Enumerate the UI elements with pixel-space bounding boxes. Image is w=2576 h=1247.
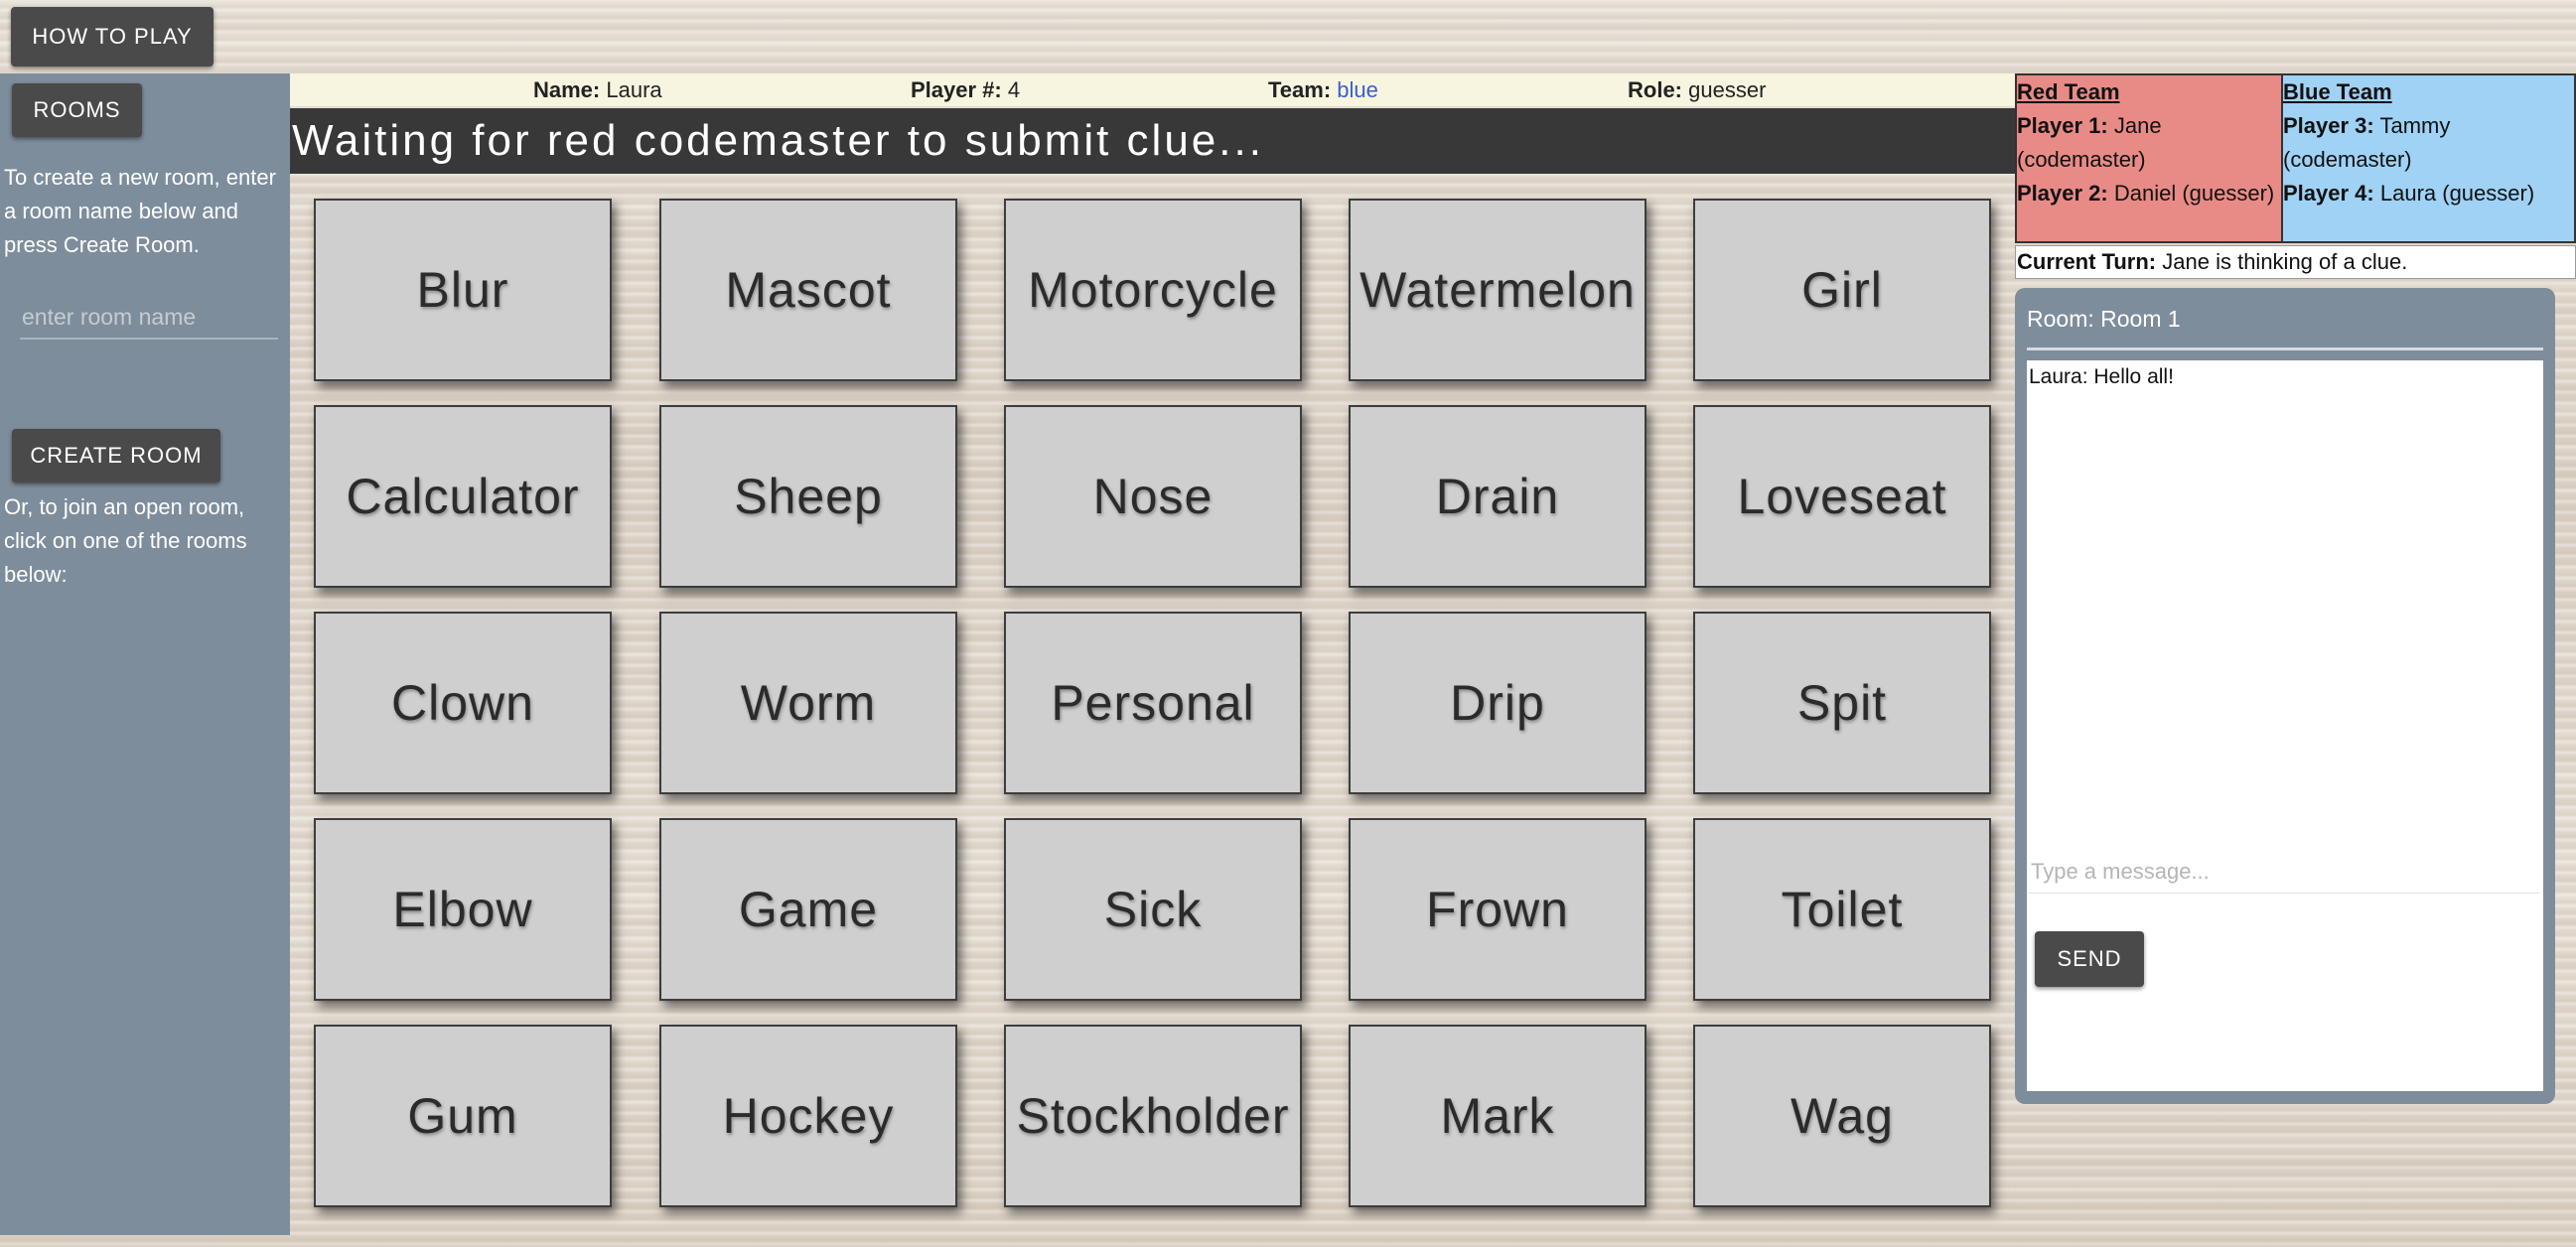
red-team-panel: Red Team Player 1: Jane (codemaster) Pla… [2015, 73, 2283, 243]
create-room-instructions: To create a new room, enter a room name … [4, 165, 276, 257]
rooms-sidebar: ROOMS To create a new room, enter a room… [0, 73, 290, 1235]
word-card[interactable]: Drain [1349, 405, 1646, 588]
word-card[interactable]: Watermelon [1349, 199, 1646, 381]
word-card[interactable]: Girl [1693, 199, 1991, 381]
chat-box: Laura: Hello all! SEND [2027, 360, 2543, 1091]
word-card[interactable]: Mark [1349, 1025, 1646, 1207]
word-card[interactable]: Personal [1004, 612, 1302, 794]
player-team: Team: blue [1268, 77, 1378, 102]
blue-team-player: Player 4: Laura (guesser) [2283, 181, 2535, 206]
word-card[interactable]: Frown [1349, 818, 1646, 1001]
red-team-player: Player 1: Jane (codemaster) [2017, 113, 2162, 172]
word-card[interactable]: Sheep [659, 405, 957, 588]
word-card[interactable]: Blur [314, 199, 612, 381]
word-card[interactable]: Calculator [314, 405, 612, 588]
chat-room-title: Room: Room 1 [2027, 306, 2181, 332]
how-to-play-button[interactable]: HOW TO PLAY [11, 7, 214, 67]
word-card[interactable]: Drip [1349, 612, 1646, 794]
current-turn: Current Turn: Jane is thinking of a clue… [2015, 245, 2576, 279]
word-card[interactable]: Motorcycle [1004, 199, 1302, 381]
player-number: Player #: 4 [911, 77, 1021, 102]
word-card[interactable]: Elbow [314, 818, 612, 1001]
chat-divider [2027, 347, 2543, 350]
game-status-message: Waiting for red codemaster to submit clu… [290, 108, 2015, 174]
blue-team-title: Blue Team [2283, 79, 2392, 104]
create-room-button[interactable]: CREATE ROOM [12, 429, 220, 483]
join-room-instructions: Or, to join an open room, click on one o… [4, 494, 247, 587]
word-card[interactable]: Loveseat [1693, 405, 1991, 588]
red-team-title: Red Team [2017, 79, 2120, 104]
rooms-button[interactable]: ROOMS [12, 83, 142, 137]
word-card[interactable]: Spit [1693, 612, 1991, 794]
word-card[interactable]: Worm [659, 612, 957, 794]
word-card[interactable]: Game [659, 818, 957, 1001]
player-name: Name: Laura [533, 77, 662, 102]
word-card[interactable]: Toilet [1693, 818, 1991, 1001]
player-role: Role: guesser [1628, 77, 1767, 102]
chat-message: Laura: Hello all! [2029, 365, 2174, 388]
blue-team-panel: Blue Team Player 3: Tammy (codemaster) P… [2283, 73, 2576, 243]
word-card[interactable]: Wag [1693, 1025, 1991, 1207]
room-name-input[interactable] [20, 296, 278, 340]
send-button[interactable]: SEND [2035, 931, 2144, 987]
word-card[interactable]: Hockey [659, 1025, 957, 1207]
blue-team-player: Player 3: Tammy (codemaster) [2283, 113, 2451, 172]
chat-panel: Room: Room 1 Laura: Hello all! SEND [2015, 288, 2555, 1104]
word-card[interactable]: Mascot [659, 199, 957, 381]
red-team-player: Player 2: Daniel (guesser) [2017, 181, 2275, 206]
word-card[interactable]: Stockholder [1004, 1025, 1302, 1207]
word-card[interactable]: Gum [314, 1025, 612, 1207]
word-card[interactable]: Nose [1004, 405, 1302, 588]
chat-message-input[interactable] [2029, 851, 2539, 894]
word-card[interactable]: Sick [1004, 818, 1302, 1001]
word-card[interactable]: Clown [314, 612, 612, 794]
player-info-bar: Name: Laura Player #: 4 Team: blue Role:… [290, 73, 2015, 106]
